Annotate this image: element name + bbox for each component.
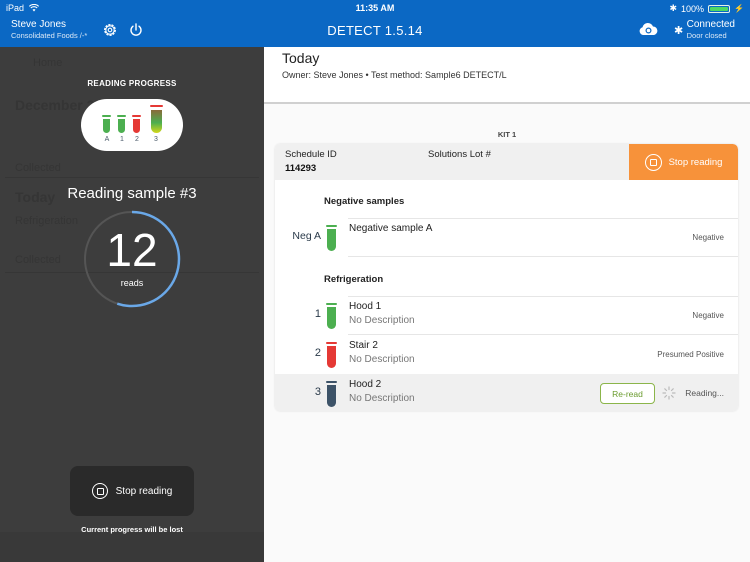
bluetooth-icon: ✱ <box>674 25 684 37</box>
sample-description: No Description <box>349 354 415 365</box>
top-bar: iPad 11:35 AM ✱ 100% ⚡ Steve Jones Conso… <box>0 0 750 47</box>
reads-count: 12 <box>106 224 158 276</box>
tube-label: A <box>104 136 110 143</box>
kit-card: Schedule ID 114293 Solutions Lot # Stop … <box>275 144 738 411</box>
sample-name: Negative sample A <box>349 223 433 234</box>
kit-card-header: Schedule ID 114293 Solutions Lot # Stop … <box>275 144 738 180</box>
stop-reading-button[interactable]: Stop reading <box>70 466 194 516</box>
schedule-id-value: 114293 <box>285 163 317 174</box>
reads-label: reads <box>120 278 144 288</box>
stop-reading-label: Stop reading <box>668 156 723 168</box>
charging-icon: ⚡ <box>734 4 744 13</box>
sample-row-active[interactable]: 3 Hood 2 No Description Re-read Reading.… <box>275 374 738 411</box>
ghost-refrigeration: Refrigeration <box>15 215 78 227</box>
tube-progress-pill: A 1 2 3 <box>81 99 183 151</box>
connection-label: Connected <box>686 19 735 30</box>
schedule-id-label: Schedule ID <box>285 149 337 160</box>
tube-icon <box>326 342 337 368</box>
tube-icon-active <box>151 110 162 133</box>
sample-number: 1 <box>314 308 321 320</box>
section-title-negative: Negative samples <box>324 196 405 207</box>
main-header: Today Owner: Steve Jones • Test method: … <box>264 47 750 104</box>
progress-warning: Current progress will be lost <box>81 525 183 534</box>
sample-row[interactable]: Neg A Negative sample A Negative <box>275 218 738 257</box>
sample-number: Neg A <box>292 230 321 242</box>
sample-description: No Description <box>349 393 415 404</box>
stop-reading-button-orange[interactable]: Stop reading <box>629 144 738 180</box>
sample-description: No Description <box>349 315 415 326</box>
tube-icon <box>326 381 337 407</box>
sample-result: Reading... <box>685 388 724 398</box>
reading-sample-title: Reading sample #3 <box>67 185 197 202</box>
sample-result: Presumed Positive <box>657 350 724 359</box>
cloud-sync-icon[interactable] <box>638 22 659 36</box>
reading-progress-label: READING PROGRESS <box>87 79 177 88</box>
tube-icon <box>103 119 110 133</box>
sample-row[interactable]: 1 Hood 1 No Description Negative <box>275 296 738 335</box>
stop-icon <box>644 153 662 171</box>
tube-icon <box>133 119 140 133</box>
sample-row[interactable]: 2 Stair 2 No Description Presumed Positi… <box>275 335 738 374</box>
sample-result: Negative <box>692 233 724 242</box>
ghost-collected: Collected <box>15 162 61 174</box>
spinner-icon <box>662 386 676 400</box>
sample-name: Hood 2 <box>349 379 382 390</box>
status-bar: iPad 11:35 AM ✱ 100% ⚡ <box>0 0 750 16</box>
sample-result: Negative <box>692 311 724 320</box>
sample-name: Stair 2 <box>349 340 378 351</box>
bluetooth-icon: ✱ <box>669 3 677 13</box>
stop-icon <box>91 483 108 499</box>
battery-percent: 100% <box>681 3 705 14</box>
ghost-collected-2: Collected <box>15 254 61 266</box>
tube-icon <box>118 119 125 133</box>
battery-icon <box>708 4 731 13</box>
main-panel: Today Owner: Steve Jones • Test method: … <box>264 47 750 562</box>
page-title: Today <box>282 50 320 66</box>
kit-label: KIT 1 <box>497 130 517 139</box>
door-status: Door closed <box>686 31 727 40</box>
ghost-home: Home <box>33 57 63 69</box>
stop-reading-label: Stop reading <box>115 485 173 497</box>
connection-status: Connected Door closed <box>687 19 735 40</box>
tube-label: 1 <box>120 136 124 143</box>
tube-label: 3 <box>154 136 158 143</box>
reading-progress-overlay: Home December 27 Collected Today Refrige… <box>0 47 264 562</box>
sample-number: 2 <box>314 347 321 359</box>
tube-icon <box>326 303 337 329</box>
sample-name: Hood 1 <box>349 301 382 312</box>
page-subtitle: Owner: Steve Jones • Test method: Sample… <box>282 70 507 80</box>
sample-number: 3 <box>314 386 321 398</box>
reread-button[interactable]: Re-read <box>600 383 655 404</box>
tube-icon <box>326 225 337 251</box>
clock: 11:35 AM <box>355 3 395 13</box>
section-title-refrigeration: Refrigeration <box>324 274 384 285</box>
solutions-lot-label: Solutions Lot # <box>428 149 491 160</box>
tube-label: 2 <box>135 136 139 143</box>
